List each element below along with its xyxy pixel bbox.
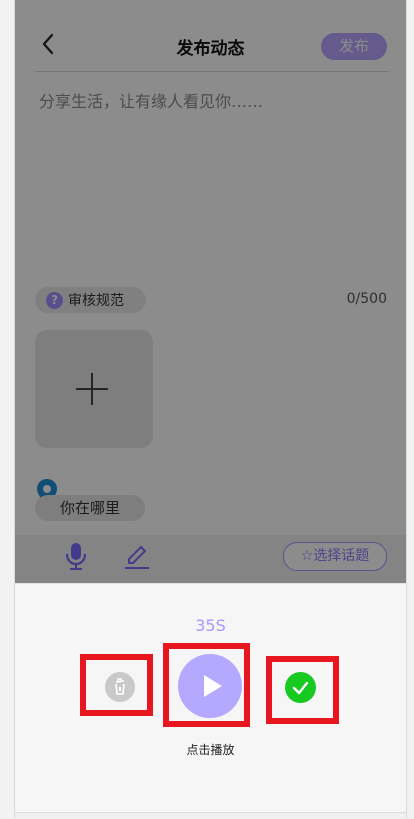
location-button[interactable]: 你在哪里 — [35, 495, 145, 521]
play-recording-button[interactable] — [178, 654, 242, 718]
voice-recording-panel: 35S 点击播放 — [15, 583, 406, 813]
header-divider — [35, 71, 389, 72]
post-content-input[interactable] — [37, 86, 391, 270]
character-count: 0/500 — [346, 291, 387, 307]
play-icon — [204, 675, 222, 697]
review-guidelines-label: 审核规范 — [68, 293, 124, 309]
publish-button[interactable]: 发布 — [321, 33, 387, 60]
recording-duration: 35S — [195, 616, 226, 635]
right-gutter — [406, 0, 414, 818]
trash-icon — [115, 678, 125, 695]
header: 发布动态 发布 — [15, 0, 406, 72]
delete-recording-button[interactable] — [105, 672, 135, 702]
plus-icon-vertical — [91, 373, 93, 405]
checkmark-icon — [292, 681, 309, 695]
pen-icon[interactable] — [123, 543, 151, 571]
help-icon: ? — [46, 291, 63, 309]
play-hint-label: 点击播放 — [186, 743, 235, 757]
composer-toolbar: ☆选择话题 — [15, 535, 406, 583]
left-gutter — [0, 0, 15, 818]
app-screen: 发布动态 发布 ? 审核规范 0/500 你在哪里 ☆选择话题 35S — [15, 0, 406, 819]
select-topic-button[interactable]: ☆选择话题 — [283, 542, 387, 571]
add-media-button[interactable] — [35, 330, 153, 448]
review-guidelines-button[interactable]: ? 审核规范 — [35, 287, 146, 313]
microphone-icon[interactable] — [62, 541, 90, 571]
confirm-recording-button[interactable] — [285, 672, 316, 703]
